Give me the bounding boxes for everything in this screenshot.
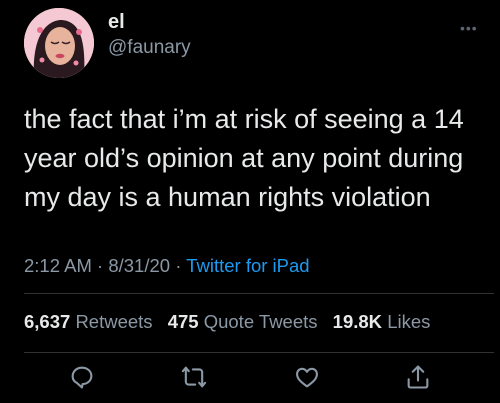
share-icon[interactable] [404, 363, 432, 391]
retweet-icon[interactable] [180, 363, 208, 391]
retweets-stat[interactable]: 6,637 Retweets [24, 311, 153, 332]
avatar[interactable] [24, 8, 94, 78]
handle[interactable]: @faunary [108, 37, 191, 59]
display-name[interactable]: el [108, 11, 125, 34]
tweet-meta: 2:12 AM · 8/31/20 · Twitter for iPad [24, 255, 310, 277]
tweet-time[interactable]: 2:12 AM [24, 255, 92, 276]
likes-stat[interactable]: 19.8K Likes [333, 311, 431, 332]
divider [24, 352, 494, 353]
tweet: el @faunary ••• the fact that i’m at ris… [0, 0, 500, 403]
tweet-stats: 6,637 Retweets 475 Quote Tweets 19.8K Li… [24, 311, 430, 333]
retweets-count: 6,637 [24, 311, 71, 332]
meta-separator: · [175, 255, 182, 276]
avatar-image [24, 8, 94, 78]
ellipsis-icon[interactable]: ••• [460, 20, 478, 36]
like-icon[interactable] [293, 363, 321, 391]
retweets-label: Retweets [75, 311, 153, 332]
quote-label: Quote Tweets [203, 311, 318, 332]
tweet-date[interactable]: 8/31/20 [108, 255, 170, 276]
likes-label: Likes [387, 311, 431, 332]
divider [24, 293, 494, 294]
tweet-text: the fact that i’m at risk of seeing a 14… [24, 104, 464, 212]
reply-icon[interactable] [68, 363, 96, 391]
tweet-source[interactable]: Twitter for iPad [186, 255, 309, 276]
meta-separator: · [97, 255, 104, 276]
quote-count: 475 [167, 311, 199, 332]
action-bar [0, 363, 500, 393]
likes-count: 19.8K [332, 311, 383, 332]
quote-tweets-stat[interactable]: 475 Quote Tweets [168, 311, 318, 332]
